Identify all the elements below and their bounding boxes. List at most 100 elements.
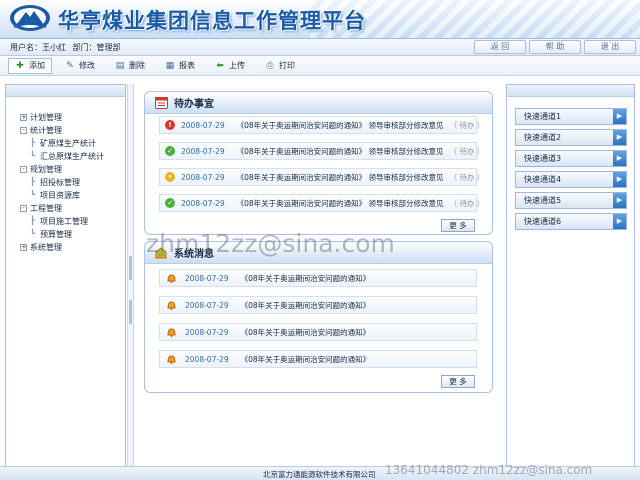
todo-item[interactable]: • 2008-07-29 《08年关于奥运期间治安问题的通知》 领导审核部分修改…	[159, 168, 484, 186]
tree-item-construction[interactable]: ┣ 项目施工管理	[20, 215, 125, 228]
edit-button-label: 修改	[79, 61, 95, 70]
splitter-grip-icon[interactable]	[129, 300, 132, 324]
tree-item-engineering[interactable]: - 工程管理	[20, 202, 125, 215]
upload-icon: ⬅	[216, 60, 224, 71]
print-button-label: 打印	[279, 61, 295, 70]
message-date: 2008-07-29	[185, 273, 229, 283]
report-button[interactable]: ▦ 报表	[158, 58, 202, 74]
collapse-toggle-icon[interactable]: -	[20, 205, 27, 212]
message-item[interactable]: 2008-07-29 《08年关于奥运期间治安问题的通知》	[159, 323, 477, 341]
message-text[interactable]: 《08年关于奥运期间治安问题的通知》	[241, 273, 371, 284]
message-text[interactable]: 《08年关于奥运期间治安问题的通知》	[241, 300, 371, 311]
tree-item-label: 工程管理	[30, 204, 62, 213]
toolbar: ✚ 添加 ✎ 修改 ▤ 删除 ▦ 报表 ⬅ 上传 ⎙ 打印	[0, 56, 640, 76]
tree-branch-icon: ┗	[28, 152, 37, 160]
todo-panel-header: 待办事宜	[145, 92, 492, 114]
tree-item-project-library[interactable]: ┗ 项目资源库	[20, 189, 125, 202]
sidebar: + 计划管理 - 统计管理 ┣ 矿原煤生产统计 ┗ 汇总原煤生产统计 - 规划管理 ┣ 招投…	[5, 84, 126, 468]
splitter-grip-icon[interactable]	[129, 256, 132, 280]
report-button-label: 报表	[179, 61, 195, 70]
tree-item-summary-coal-stats[interactable]: ┗ 汇总原煤生产统计	[20, 150, 125, 163]
back-button[interactable]: 返 回	[474, 40, 526, 54]
delete-icon: ▤	[115, 60, 125, 71]
todo-text[interactable]: 《08年关于奥运期间治安问题的通知》 领导审核部分修改意见	[237, 146, 444, 157]
upload-button-label: 上传	[229, 61, 245, 70]
todo-panel: 待办事宜 ! 2008-07-29 《08年关于奥运期间治安问题的通知》 领导审…	[144, 91, 493, 235]
collapse-toggle-icon[interactable]: -	[20, 166, 27, 173]
todo-status: （ 待办 ）	[449, 172, 485, 182]
todo-item[interactable]: ✓ 2008-07-29 《08年关于奥运期间治安问题的通知》 领导审核部分修改…	[159, 142, 484, 160]
todo-text[interactable]: 《08年关于奥运期间治安问题的通知》 领导审核部分修改意见	[237, 120, 444, 131]
app-header: 华亭煤业集团信息工作管理平台	[0, 0, 640, 38]
quick-link-label: 快速通道5	[524, 196, 562, 205]
tree-item-bidding[interactable]: ┣ 招投标管理	[20, 176, 125, 189]
message-date: 2008-07-29	[185, 300, 229, 310]
expand-toggle-icon[interactable]: +	[20, 114, 27, 121]
quick-link-1[interactable]: 快速通道1 ▶	[515, 108, 627, 125]
calendar-icon	[155, 97, 168, 109]
tree-item-label: 系统管理	[30, 243, 62, 252]
quick-link-3[interactable]: 快速通道3 ▶	[515, 150, 627, 167]
todo-status: （ 待办 ）	[449, 146, 485, 156]
arrow-right-icon: ▶	[613, 193, 626, 208]
todo-item[interactable]: ✓ 2008-07-29 《08年关于奥运期间治安问题的通知》 领导审核部分修改…	[159, 194, 484, 212]
user-info: 用户名：王小红 部门：管理部	[10, 42, 125, 53]
upload-button[interactable]: ⬅ 上传	[208, 58, 252, 74]
tree-item-label: 项目资源库	[40, 191, 80, 200]
quick-link-2[interactable]: 快速通道2 ▶	[515, 129, 627, 146]
report-icon: ▦	[165, 60, 175, 71]
message-text[interactable]: 《08年关于奥运期间治安问题的通知》	[241, 354, 371, 365]
tree-item-system[interactable]: + 系统管理	[20, 241, 125, 254]
todo-text[interactable]: 《08年关于奥运期间治安问题的通知》 领导审核部分修改意见	[237, 172, 444, 183]
quick-link-label: 快速通道3	[524, 154, 562, 163]
quick-link-5[interactable]: 快速通道5 ▶	[515, 192, 627, 209]
logout-button[interactable]: 退 出	[584, 40, 636, 54]
help-button[interactable]: 帮 助	[529, 40, 581, 54]
print-icon: ⎙	[266, 60, 274, 71]
message-item[interactable]: 2008-07-29 《08年关于奥运期间治安问题的通知》	[159, 269, 477, 287]
message-date: 2008-07-29	[185, 354, 229, 364]
arrow-right-icon: ▶	[613, 172, 626, 187]
message-item[interactable]: 2008-07-29 《08年关于奥运期间治安问题的通知》	[159, 296, 477, 314]
arrow-right-icon: ▶	[613, 109, 626, 124]
tree-branch-icon: ┗	[28, 191, 37, 199]
messages-more-button[interactable]: 更 多	[441, 375, 475, 388]
tree-item-planning[interactable]: - 规划管理	[20, 163, 125, 176]
tree-item-plan[interactable]: + 计划管理	[20, 111, 125, 124]
todo-more-button[interactable]: 更 多	[441, 219, 475, 232]
system-messages-panel: 系统消息 2008-07-29 《08年关于奥运期间治安问题的通知》 2008-…	[144, 241, 493, 393]
todo-text[interactable]: 《08年关于奥运期间治安问题的通知》 领导审核部分修改意见	[237, 198, 444, 209]
quick-link-6[interactable]: 快速通道6 ▶	[515, 213, 627, 230]
arrow-right-icon: ▶	[613, 151, 626, 166]
print-button[interactable]: ⎙ 打印	[258, 58, 302, 74]
todo-item[interactable]: ! 2008-07-29 《08年关于奥运期间治安问题的通知》 领导审核部分修改…	[159, 116, 484, 134]
quick-access-panel: 快速通道1 ▶ 快速通道2 ▶ 快速通道3 ▶ 快速通道4 ▶ 快速通道5 ▶ 快速通道6…	[506, 84, 635, 468]
tree-item-stats[interactable]: - 统计管理	[20, 124, 125, 137]
quick-link-label: 快速通道4	[524, 175, 562, 184]
quick-link-label: 快速通道2	[524, 133, 562, 142]
alert-icon: !	[165, 120, 175, 130]
bell-icon	[167, 355, 176, 364]
tree-item-mine-coal-stats[interactable]: ┣ 矿原煤生产统计	[20, 137, 125, 150]
message-text[interactable]: 《08年关于奥运期间治安问题的通知》	[241, 327, 371, 338]
collapse-toggle-icon[interactable]: -	[20, 127, 27, 134]
tree-item-label: 矿原煤生产统计	[40, 139, 96, 148]
footer-company: 北京富力通能源软件技术有限公司	[263, 470, 376, 479]
expand-toggle-icon[interactable]: +	[20, 244, 27, 251]
delete-button[interactable]: ▤ 删除	[108, 58, 152, 74]
arrow-right-icon: ▶	[613, 214, 626, 229]
user-name-label: 用户名：王小红	[10, 43, 66, 52]
tree-item-label: 项目施工管理	[40, 217, 88, 226]
tree-branch-icon: ┣	[28, 139, 37, 147]
top-nav: 返 回 帮 助 退 出	[474, 40, 636, 54]
todo-status: （ 待办 ）	[449, 198, 485, 208]
tree-item-budget[interactable]: ┗ 预算管理	[20, 228, 125, 241]
message-item[interactable]: 2008-07-29 《08年关于奥运期间治安问题的通知》	[159, 350, 477, 368]
edit-icon: ✎	[66, 60, 74, 71]
todo-date: 2008-07-29	[181, 146, 225, 156]
add-button[interactable]: ✚ 添加	[8, 57, 52, 74]
quick-link-4[interactable]: 快速通道4 ▶	[515, 171, 627, 188]
todo-date: 2008-07-29	[181, 198, 225, 208]
sidebar-splitter[interactable]	[127, 84, 134, 468]
edit-button[interactable]: ✎ 修改	[58, 58, 102, 74]
